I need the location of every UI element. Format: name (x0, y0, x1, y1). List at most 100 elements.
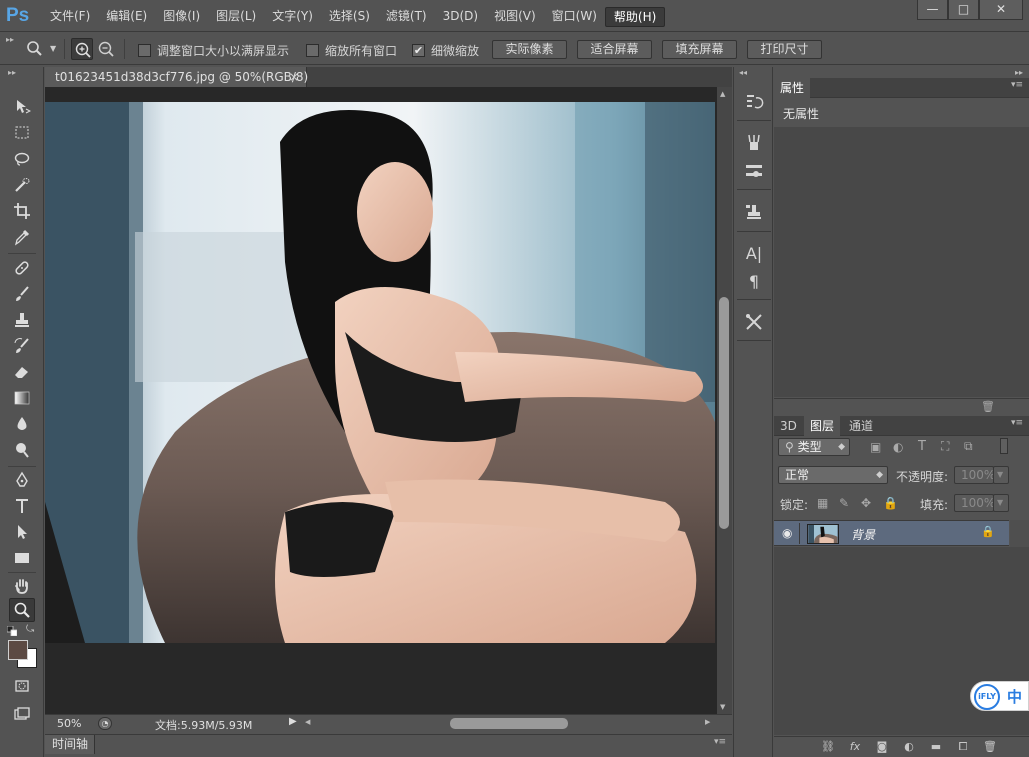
dodge-tool-icon[interactable] (9, 438, 35, 462)
panel-menu-icon[interactable]: ▾≡ (1011, 80, 1023, 90)
blend-mode-select[interactable]: 正常 ◆ (778, 466, 888, 484)
fill-screen-button[interactable]: 填充屏幕 (662, 40, 737, 59)
filter-type-icon[interactable]: T (918, 439, 926, 454)
opacity-dropdown-icon[interactable]: ▼ (993, 466, 1009, 484)
scroll-down-icon[interactable]: ▼ (720, 703, 725, 711)
screen-mode-icon[interactable] (9, 702, 35, 726)
quick-selection-tool-icon[interactable] (9, 173, 35, 197)
vertical-scrollbar[interactable]: ▲ ▼ (717, 87, 732, 714)
menu-filter[interactable]: 滤镜(T) (378, 7, 435, 27)
status-info-icon[interactable]: ◔ (98, 717, 112, 730)
preset-dropdown-icon[interactable]: ▼ (50, 44, 56, 53)
marquee-tool-icon[interactable] (9, 121, 35, 145)
zoom-tool-preset-icon[interactable] (24, 38, 46, 60)
filter-shape-icon[interactable]: ⛶ (941, 439, 949, 454)
link-layers-icon[interactable]: ⛓ (820, 740, 836, 754)
tab-channels[interactable]: 通道 (843, 416, 879, 436)
scroll-left-icon[interactable]: ◀ (305, 718, 310, 726)
menu-window[interactable]: 窗口(W) (544, 7, 605, 27)
fx-icon[interactable]: fx (847, 740, 863, 754)
filter-smart-object-icon[interactable]: ⧉ (964, 439, 973, 454)
menu-type[interactable]: 文字(Y) (264, 7, 321, 27)
blur-tool-icon[interactable] (9, 412, 35, 436)
document-image[interactable] (45, 102, 715, 643)
tab-3d[interactable]: 3D (774, 416, 803, 436)
fit-screen-button[interactable]: 适合屏幕 (577, 40, 652, 59)
menu-file[interactable]: 文件(F) (42, 7, 98, 27)
gradient-tool-icon[interactable] (9, 386, 35, 410)
checkbox-checked[interactable]: ✔ (412, 44, 425, 57)
healing-brush-tool-icon[interactable] (9, 256, 35, 280)
canvas-area[interactable] (45, 87, 717, 714)
vertical-scroll-thumb[interactable] (719, 297, 729, 529)
zoom-in-icon[interactable] (71, 38, 93, 60)
pen-tool-icon[interactable] (9, 468, 35, 492)
move-tool-icon[interactable] (9, 95, 35, 119)
close-button[interactable]: ✕ (979, 0, 1023, 20)
add-mask-icon[interactable]: ◙ (874, 740, 890, 754)
quick-mask-icon[interactable] (9, 674, 35, 698)
filter-kind-select[interactable]: ⚲ 类型 ◆ (778, 438, 850, 456)
trash-icon[interactable]: 🗑 (981, 400, 995, 413)
resize-windows-checkbox[interactable]: 调整窗口大小以满屏显示 (138, 42, 289, 59)
maximize-button[interactable]: □ (948, 0, 979, 20)
eraser-tool-icon[interactable] (9, 360, 35, 384)
lock-transparent-icon[interactable]: ▦ (817, 496, 828, 510)
panel-menu-icon[interactable]: ▾≡ (1011, 418, 1023, 428)
filter-toggle[interactable] (1000, 438, 1008, 454)
history-brush-tool-icon[interactable] (9, 334, 35, 358)
print-size-button[interactable]: 打印尺寸 (747, 40, 822, 59)
new-group-icon[interactable]: ▬ (928, 740, 944, 754)
zoom-tool-icon[interactable] (9, 598, 35, 622)
status-menu-arrow-icon[interactable]: ▶ (289, 716, 297, 727)
lock-all-icon[interactable]: 🔒 (883, 496, 898, 510)
brush-tool-icon[interactable] (9, 282, 35, 306)
character-panel-icon[interactable]: A| (742, 241, 766, 265)
document-tab[interactable]: t01623451d38d3cf776.jpg @ 50%(RGB/8) × (45, 67, 308, 87)
layer-name[interactable]: 背景 (851, 526, 875, 543)
menu-view[interactable]: 视图(V) (486, 7, 544, 27)
paragraph-panel-icon[interactable]: ¶ (742, 269, 766, 293)
filter-pixel-icon[interactable]: ▣ (870, 440, 881, 454)
rectangle-tool-icon[interactable] (9, 546, 35, 570)
actual-pixels-button[interactable]: 实际像素 (492, 40, 567, 59)
lock-position-icon[interactable]: ✥ (861, 496, 871, 510)
checkbox-box[interactable] (138, 44, 151, 57)
menu-3d[interactable]: 3D(D) (435, 7, 486, 27)
clone-source-icon[interactable] (742, 200, 766, 224)
zoom-out-icon[interactable] (95, 38, 117, 60)
timeline-tab[interactable]: 时间轴 (45, 735, 95, 754)
scroll-right-icon[interactable]: ▶ (705, 718, 710, 726)
path-selection-tool-icon[interactable] (9, 520, 35, 544)
default-colors-icon[interactable] (6, 625, 18, 637)
fill-dropdown-icon[interactable]: ▼ (993, 494, 1009, 512)
tab-layers[interactable]: 图层 (804, 416, 841, 436)
crop-tool-icon[interactable] (9, 199, 35, 223)
close-tab-icon[interactable]: × (289, 67, 299, 87)
scroll-up-icon[interactable]: ▲ (720, 90, 725, 98)
lasso-tool-icon[interactable] (9, 147, 35, 171)
lock-pixels-icon[interactable]: ✎ (839, 496, 849, 510)
menu-layer[interactable]: 图层(L) (208, 7, 264, 27)
type-tool-icon[interactable] (9, 494, 35, 518)
menu-help[interactable]: 帮助(H) (604, 7, 666, 27)
clone-stamp-tool-icon[interactable] (9, 308, 35, 332)
panel-menu-icon[interactable]: ▾≡ (714, 737, 726, 747)
menu-image[interactable]: 图像(I) (155, 7, 208, 27)
adjustment-layer-icon[interactable]: ◐ (901, 740, 917, 754)
horizontal-scroll-thumb[interactable] (450, 718, 568, 729)
zoom-level[interactable]: 50% (57, 717, 81, 730)
brush-presets-icon[interactable] (742, 131, 766, 155)
filter-adjustment-icon[interactable]: ◐ (893, 440, 903, 454)
ime-mode[interactable]: 中 (1007, 686, 1022, 707)
menu-edit[interactable]: 编辑(E) (98, 7, 155, 27)
brush-settings-icon[interactable] (742, 159, 766, 183)
ime-indicator[interactable]: iFLY 中 (970, 681, 1029, 711)
layer-row-background[interactable]: ◉ 背景 🔒 (774, 520, 1009, 546)
panel-collapse-icon[interactable]: ▸▸ (1015, 68, 1023, 77)
fill-input[interactable]: 100% (954, 494, 995, 512)
visibility-eye-icon[interactable]: ◉ (782, 526, 792, 540)
swap-colors-icon[interactable]: ⤿ (26, 624, 34, 635)
menu-select[interactable]: 选择(S) (321, 7, 378, 27)
tool-presets-icon[interactable] (742, 310, 766, 334)
